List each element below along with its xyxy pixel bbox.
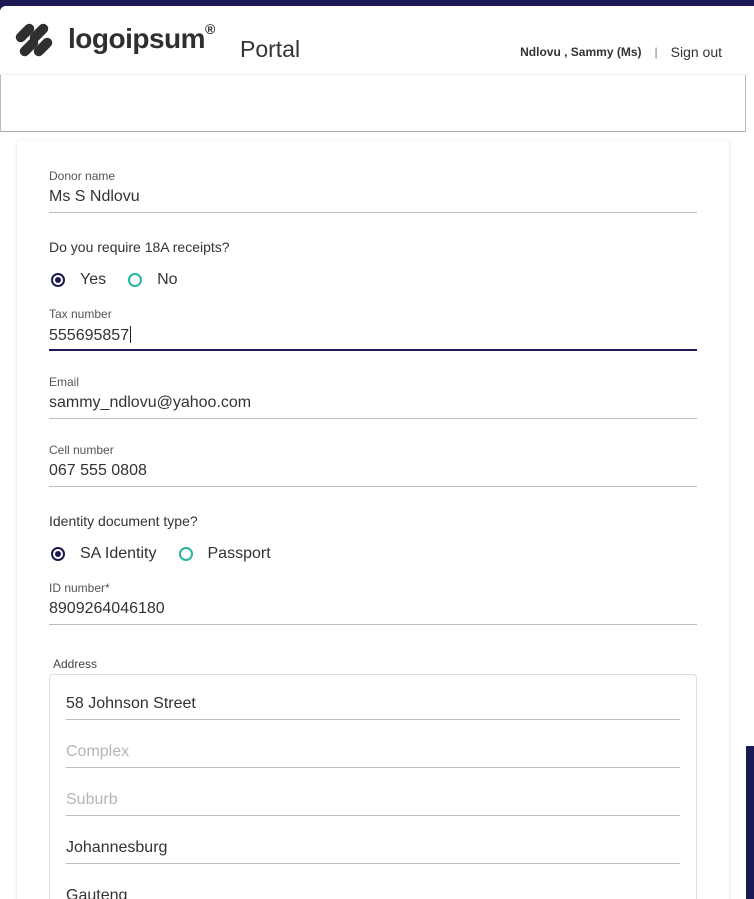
cell-number-underline <box>49 486 697 487</box>
suburb-underline <box>66 815 680 816</box>
logo-wordmark: logoipsum® <box>68 20 215 54</box>
email-input[interactable]: sammy_ndlovu@yahoo.com <box>49 394 697 416</box>
header-separator: | <box>654 45 658 59</box>
tax-number-label: Tax number <box>49 307 112 321</box>
logoipsum-mark-icon <box>15 23 53 57</box>
tax-number-field[interactable]: Tax number 555695857 <box>49 307 697 351</box>
donor-form-card: Donor name Ms S Ndlovu Do you require 18… <box>17 141 729 899</box>
city-field[interactable]: Johannesburg <box>66 839 680 864</box>
sa-identity-label[interactable]: SA Identity <box>80 545 157 563</box>
donor-name-label: Donor name <box>49 169 116 183</box>
street-input[interactable]: 58 Johnson Street <box>66 695 680 717</box>
user-name: Ndlovu , Sammy (Ms) <box>520 45 642 59</box>
city-input[interactable]: Johannesburg <box>66 839 680 861</box>
passport-radio[interactable] <box>178 547 193 561</box>
receipts-no-label[interactable]: No <box>157 271 177 289</box>
id-number-underline <box>49 624 697 625</box>
complex-field[interactable]: Complex <box>66 743 680 768</box>
suburb-input[interactable]: Suburb <box>66 791 680 813</box>
province-input[interactable]: Gauteng <box>66 887 680 899</box>
email-field[interactable]: Email sammy_ndlovu@yahoo.com <box>49 375 697 419</box>
receipts-yes-radio[interactable] <box>51 273 65 287</box>
tax-number-underline <box>49 349 697 351</box>
sub-toolbar <box>0 75 746 132</box>
email-underline <box>49 418 697 419</box>
cell-number-field[interactable]: Cell number 067 555 0808 <box>49 443 697 487</box>
complex-underline <box>66 767 680 768</box>
id-type-radio-group: SA Identity Passport <box>51 545 293 563</box>
id-type-question: Identity document type? <box>49 513 198 529</box>
user-menu: Ndlovu , Sammy (Ms) | Sign out <box>520 44 722 60</box>
address-fieldset: 58 Johnson Street Complex Suburb Johanne… <box>49 674 697 899</box>
cell-number-label: Cell number <box>49 443 114 457</box>
text-caret <box>130 326 132 343</box>
cell-number-input[interactable]: 067 555 0808 <box>49 462 697 484</box>
province-field[interactable]: Gauteng <box>66 887 680 899</box>
city-underline <box>66 863 680 864</box>
logo[interactable]: logoipsum® <box>14 20 215 62</box>
street-field[interactable]: 58 Johnson Street <box>66 695 680 720</box>
portal-window: logoipsum® Portal Ndlovu , Sammy (Ms) | … <box>0 6 746 899</box>
donor-name-field[interactable]: Donor name Ms S Ndlovu <box>49 169 697 213</box>
receipts-question: Do you require 18A receipts? <box>49 239 230 255</box>
tax-number-input[interactable]: 555695857 <box>49 326 697 348</box>
donor-name-input[interactable]: Ms S Ndlovu <box>49 188 697 210</box>
page-title: Portal <box>240 36 301 62</box>
suburb-field[interactable]: Suburb <box>66 791 680 816</box>
sa-identity-radio[interactable] <box>51 547 65 561</box>
receipts-radio-group: Yes No <box>51 271 200 289</box>
donor-name-underline <box>49 212 697 213</box>
street-underline <box>66 719 680 720</box>
complex-input[interactable]: Complex <box>66 743 680 765</box>
receipts-yes-label[interactable]: Yes <box>80 271 106 289</box>
receipts-no-radio[interactable] <box>128 273 143 287</box>
id-number-field[interactable]: ID number* 8909264046180 <box>49 581 697 625</box>
email-label: Email <box>49 375 80 389</box>
address-legend: Address <box>53 657 98 671</box>
id-number-label: ID number* <box>49 581 110 595</box>
sign-out-link[interactable]: Sign out <box>671 44 722 60</box>
page-scrollbar[interactable] <box>746 6 754 746</box>
passport-label[interactable]: Passport <box>208 545 271 563</box>
tax-number-value: 555695857 <box>49 327 130 344</box>
app-header: logoipsum® Portal Ndlovu , Sammy (Ms) | … <box>0 6 746 74</box>
id-number-input[interactable]: 8909264046180 <box>49 600 697 622</box>
